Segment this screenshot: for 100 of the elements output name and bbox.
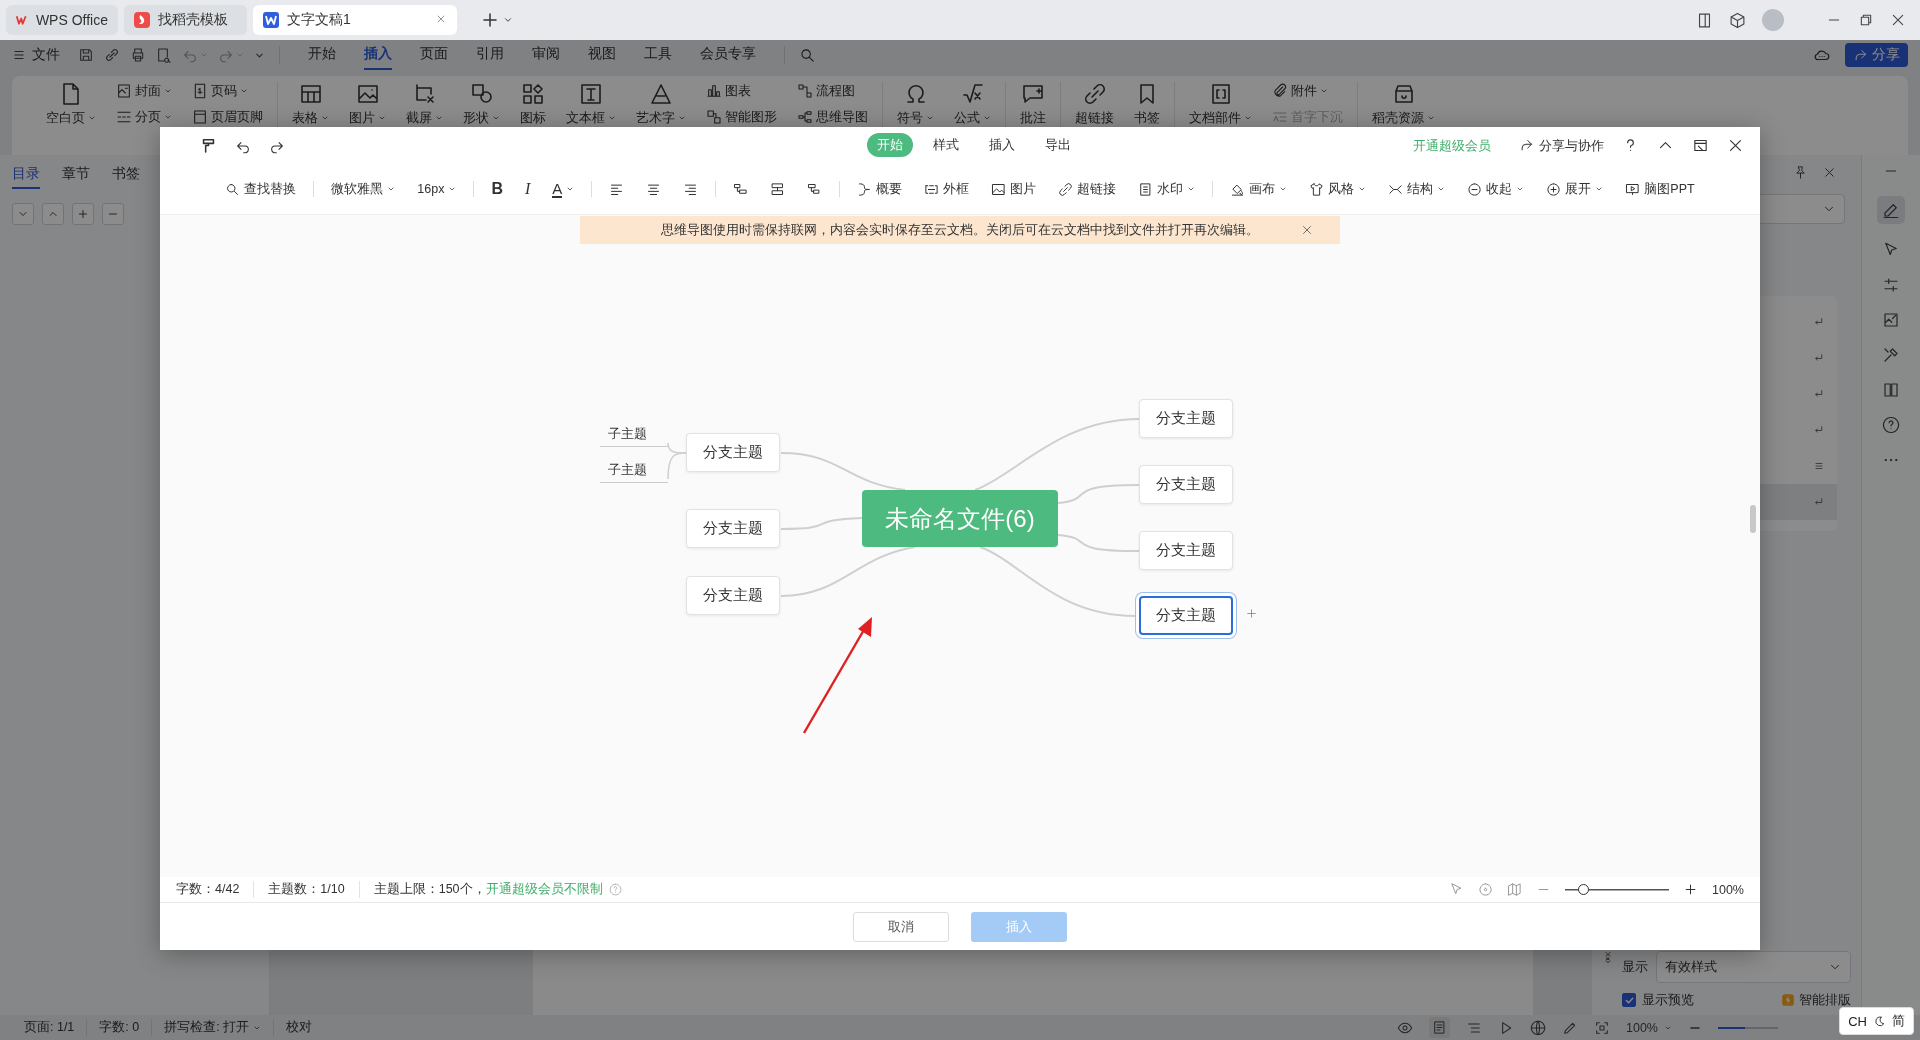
menu-tab[interactable]: 审阅	[532, 40, 560, 70]
structure-button[interactable]: 结构	[1379, 176, 1455, 202]
app-tab[interactable]: 找稻壳模板	[124, 5, 247, 35]
ribbon-button[interactable]: 流程图	[797, 82, 868, 100]
insert-image-button[interactable]: 图片	[982, 176, 1046, 202]
close-icon[interactable]	[1890, 12, 1906, 28]
panel-tab[interactable]: 目录	[12, 165, 40, 189]
ribbon-button[interactable]: 文本框	[566, 82, 616, 142]
ribbon-button[interactable]: 页眉页脚	[192, 108, 263, 126]
ribbon-button[interactable]: 封面	[116, 82, 172, 100]
canvas-button[interactable]: 画布	[1221, 176, 1297, 202]
app-tab[interactable]: 文字文稿1	[253, 5, 457, 35]
zoom-slider[interactable]	[1718, 1026, 1778, 1029]
pointer-icon[interactable]	[1449, 882, 1464, 897]
zoom-in-icon[interactable]	[1683, 882, 1698, 897]
ribbon-button[interactable]: 书签	[1134, 82, 1160, 142]
target-icon[interactable]	[1478, 882, 1493, 897]
panel-tab[interactable]: 书签	[112, 165, 140, 189]
scrollbar[interactable]	[1750, 505, 1756, 533]
tablet-icon[interactable]	[1696, 11, 1713, 29]
panel-tab[interactable]: 章节	[62, 165, 90, 189]
cube-icon[interactable]	[1729, 11, 1746, 29]
bold-button[interactable]: B	[482, 176, 512, 202]
find-replace-button[interactable]: 查找替换	[216, 176, 306, 202]
menu-tab[interactable]: 开始	[308, 40, 336, 70]
boundary-button[interactable]: 外框	[915, 176, 979, 202]
print-preview-icon[interactable]	[156, 47, 172, 63]
edit-tool-button[interactable]	[1877, 196, 1905, 224]
preview-checkbox[interactable]	[1622, 993, 1636, 1007]
hyperlink-button[interactable]: 超链接	[1049, 176, 1126, 202]
font-select[interactable]: 微软雅黑	[322, 176, 405, 202]
add-button[interactable]	[72, 203, 94, 225]
globe-icon[interactable]	[1530, 1019, 1546, 1036]
ribbon-button[interactable]: 文档部件	[1189, 82, 1252, 142]
menu-icon[interactable]	[12, 48, 26, 62]
branch-topic[interactable]: 分支主题	[1139, 465, 1233, 504]
display-dropdown[interactable]: 有效样式	[1656, 951, 1851, 983]
expand-button[interactable]: 展开	[1537, 176, 1613, 202]
branch-topic[interactable]: 分支主题	[686, 433, 780, 472]
ribbon-button[interactable]: 截屏	[406, 82, 443, 142]
font-color-button[interactable]: A	[543, 176, 584, 202]
fit-page-icon[interactable]	[1594, 1019, 1610, 1036]
window-icon[interactable]	[1692, 137, 1709, 154]
pin-icon[interactable]	[1793, 165, 1808, 180]
close-icon[interactable]	[1727, 137, 1744, 154]
subtopic[interactable]: 子主题	[600, 461, 668, 483]
smart-layout-button[interactable]: 智能排版	[1781, 991, 1851, 1009]
restore-icon[interactable]	[1858, 12, 1874, 28]
watermark-button[interactable]: 水印	[1129, 176, 1205, 202]
theme-button[interactable]: 风格	[1300, 176, 1376, 202]
help-icon[interactable]	[1882, 416, 1900, 434]
ribbon-button[interactable]: 空白页	[46, 82, 96, 142]
subtopic[interactable]: 子主题	[600, 425, 668, 447]
proofread-button[interactable]: 校对	[274, 1019, 325, 1036]
book-icon[interactable]	[1882, 381, 1900, 399]
menu-tab[interactable]: 会员专享	[700, 40, 756, 70]
share-collaborate-button[interactable]: 分享与协作	[1519, 136, 1604, 155]
ribbon-button[interactable]: 思维导图	[797, 108, 868, 126]
menu-tab[interactable]: 工具	[644, 40, 672, 70]
vip-link[interactable]: 开通超级会员	[1413, 136, 1491, 155]
zoom-level[interactable]: 100%	[1626, 1020, 1672, 1035]
italic-button[interactable]: I	[516, 176, 540, 202]
spell-check-button[interactable]: 拼写检查: 打开	[152, 1019, 275, 1036]
save-icon[interactable]	[78, 47, 94, 63]
app-tab[interactable]: WPS Office	[6, 5, 118, 35]
branch-topic[interactable]: 分支主题	[1139, 531, 1233, 570]
ribbon-button[interactable]: 图片	[349, 82, 386, 142]
print-icon[interactable]	[130, 47, 146, 63]
branch-topic[interactable]: 分支主题	[1139, 399, 1233, 438]
mindmap-ppt-button[interactable]: 脑图PPT	[1616, 176, 1704, 202]
ribbon-button[interactable]: 智能图形	[706, 108, 777, 126]
plus-icon[interactable]	[481, 11, 499, 29]
ime-script[interactable]: 简	[1892, 1012, 1905, 1030]
file-menu[interactable]: 文件	[32, 46, 60, 64]
branch-topic[interactable]: 分支主题	[686, 509, 780, 548]
search-icon[interactable]	[799, 46, 816, 64]
cancel-button[interactable]: 取消	[853, 911, 949, 942]
ribbon-button[interactable]: 形状	[463, 82, 500, 142]
ribbon-button[interactable]: 分页	[116, 108, 172, 126]
add-node-icon[interactable]	[1245, 607, 1258, 620]
sliders-icon[interactable]	[1882, 276, 1900, 294]
page-view-button[interactable]	[1429, 1017, 1450, 1038]
menu-tab[interactable]: 页面	[420, 40, 448, 70]
remove-button[interactable]	[102, 203, 124, 225]
ribbon-button[interactable]: 附件	[1272, 82, 1343, 100]
summary-button[interactable]: 概要	[848, 176, 912, 202]
menu-tab[interactable]: 引用	[476, 40, 504, 70]
menu-tab[interactable]: 插入	[364, 40, 392, 70]
menu-tab[interactable]: 视图	[588, 40, 616, 70]
ribbon-button[interactable]: 图标	[520, 82, 546, 142]
ribbon-button[interactable]: 图表	[706, 82, 777, 100]
dialog-tab[interactable]: 样式	[923, 133, 969, 157]
image-edit-icon[interactable]	[1882, 311, 1900, 329]
collapse-button[interactable]: 收起	[1458, 176, 1534, 202]
ime-mode[interactable]: CH	[1848, 1013, 1867, 1029]
tools-icon[interactable]	[1882, 346, 1900, 364]
font-size-select[interactable]: 16px	[408, 178, 466, 200]
format-painter-icon[interactable]	[200, 137, 217, 154]
vip-link[interactable]: 开通超级会员不限制	[485, 881, 603, 898]
ribbon-button[interactable]: 艺术字	[636, 82, 686, 142]
